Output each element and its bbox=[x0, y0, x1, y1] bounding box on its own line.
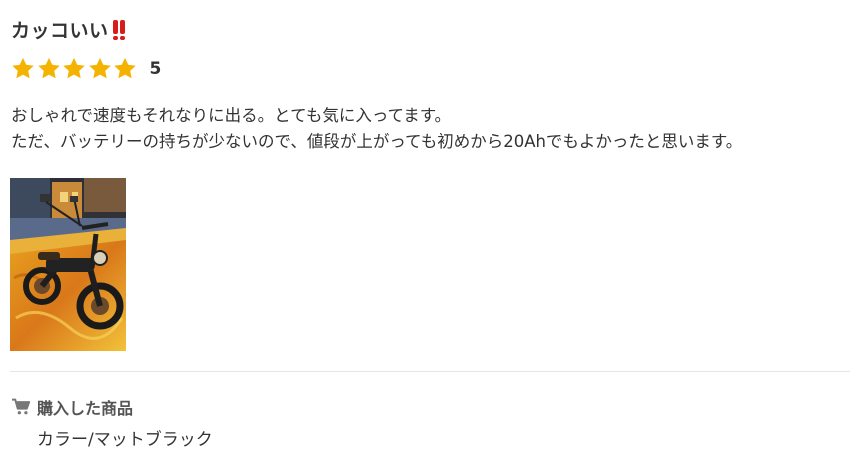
section-divider bbox=[10, 371, 850, 372]
review-body: おしゃれで速度もそれなりに出る。とても気に入ってます。 ただ、バッテリーの持ちが… bbox=[11, 103, 846, 155]
review-title: カッコいい bbox=[11, 20, 109, 42]
rating-value: 5 bbox=[149, 58, 162, 79]
star-icon bbox=[37, 57, 60, 79]
review-body-line: ただ、バッテリーの持ちが少ないので、値段が上がっても初めから20Ahでもよかった… bbox=[11, 132, 743, 151]
review-photo-thumbnail[interactable] bbox=[10, 178, 126, 351]
double-exclamation-icon bbox=[112, 19, 126, 41]
star-icon bbox=[63, 57, 85, 79]
review-body-line: おしゃれで速度もそれなりに出る。とても気に入ってます。 bbox=[11, 106, 452, 125]
shopping-cart-icon bbox=[12, 398, 31, 415]
rating-row: 5 bbox=[10, 56, 161, 81]
purchased-item-header: 購入した商品 bbox=[11, 395, 133, 419]
review-title-row: カッコいい bbox=[11, 16, 126, 43]
star-icon bbox=[12, 57, 34, 79]
star-icon bbox=[114, 57, 136, 79]
purchased-variant: カラー/マットブラック bbox=[37, 430, 213, 450]
review-card: カッコいい 5 おしゃれで速度もそれなりに出る。とても気に入ってます。 ただ、バ… bbox=[0, 0, 850, 472]
star-icon bbox=[88, 57, 111, 79]
purchased-item-label: 購入した商品 bbox=[37, 399, 134, 418]
star-rating bbox=[10, 56, 138, 81]
